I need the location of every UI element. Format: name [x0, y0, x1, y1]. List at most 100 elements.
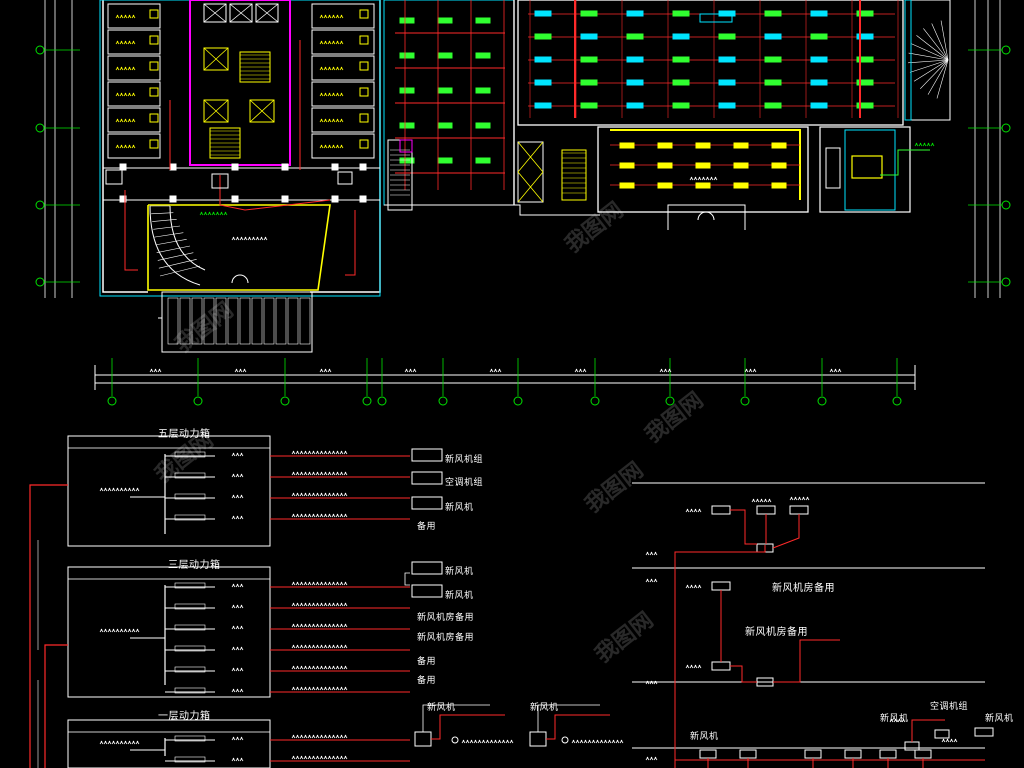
fixture-icon	[359, 35, 369, 45]
elevator-icon	[517, 141, 544, 203]
stair-step	[931, 23, 949, 61]
fixture-icon	[149, 35, 159, 45]
dimension-text	[574, 368, 587, 373]
door-swing-icon	[231, 274, 249, 284]
fixture-icon	[764, 10, 782, 17]
grid-axis-bubble-icon	[740, 396, 750, 406]
riser-text-1: 新风机房备用	[772, 583, 835, 594]
fixture-icon	[733, 142, 749, 149]
fixture-icon	[764, 79, 782, 86]
equipment-tag	[804, 749, 822, 759]
incoming-spec	[99, 628, 140, 633]
dimension-text	[829, 368, 842, 373]
riser-text-2: 新风机房备用	[745, 627, 808, 638]
equipment-tag	[711, 581, 731, 591]
equipment-tag	[756, 505, 776, 515]
column-icon	[231, 195, 239, 203]
fixture-icon	[810, 33, 828, 40]
grid-axis-bubble-icon	[1001, 45, 1011, 55]
room-label	[115, 66, 136, 71]
grid-axis-bubble-icon	[35, 200, 45, 210]
stair-icon	[561, 149, 587, 201]
dimension-text	[489, 368, 502, 373]
panel-3f-label-5: 备用	[417, 657, 437, 667]
room-label	[319, 14, 344, 19]
column-icon	[281, 195, 289, 203]
equipment-text	[941, 738, 958, 743]
wall-line	[384, 204, 600, 216]
grid-axis-bubble-icon	[35, 277, 45, 287]
column-icon	[169, 163, 177, 171]
stair-step	[908, 59, 949, 64]
panel-1f-title: 一层动力箱	[158, 711, 211, 722]
breaker-rating	[231, 494, 244, 499]
fixture-icon	[733, 182, 749, 189]
lobby-outline	[147, 204, 331, 291]
riser-diagram	[632, 482, 994, 768]
dimension-text	[319, 368, 332, 373]
grid-axis-bubble-icon	[35, 45, 45, 55]
panel-3f-title: 三层动力箱	[168, 560, 221, 571]
equipment-tag	[974, 727, 994, 737]
cable-run	[730, 665, 757, 683]
dimension-text	[404, 368, 417, 373]
door-swing-icon	[697, 211, 715, 221]
column-icon	[119, 163, 127, 171]
stair-step	[908, 52, 949, 61]
column-icon	[359, 195, 367, 203]
equipment-tag	[699, 749, 717, 759]
fixture-icon	[626, 56, 644, 63]
grid-axis-bubble-icon	[280, 396, 290, 406]
fixture-icon	[534, 102, 552, 109]
floor-label	[645, 578, 658, 583]
breaker-rating	[231, 452, 244, 457]
fixture-icon	[359, 87, 369, 97]
room-label	[115, 40, 136, 45]
fixture-icon	[580, 10, 598, 17]
fixture-icon	[771, 142, 787, 149]
fixture-icon	[149, 9, 159, 19]
riser-bottom-label-3: 新风机	[880, 714, 909, 724]
toilet-block	[825, 147, 841, 189]
fixture-icon	[619, 182, 635, 189]
room-label	[319, 118, 344, 123]
dimension-text	[149, 368, 162, 373]
panel-3f-label-4: 新风机房备用	[417, 633, 475, 643]
canopy-panel	[263, 297, 275, 345]
fixture-icon	[626, 79, 644, 86]
room-label	[689, 176, 718, 181]
fixture-icon	[626, 102, 644, 109]
stair-step	[154, 232, 184, 238]
fixture-icon	[359, 113, 369, 123]
cable-spec	[291, 665, 348, 670]
fixture-icon	[475, 87, 491, 94]
grid-axis-bubble-icon	[35, 123, 45, 133]
fixture-icon	[672, 33, 690, 40]
cad-drawing-canvas	[29, 0, 1011, 768]
circuit-tag	[199, 211, 228, 216]
fixture-icon	[626, 10, 644, 17]
equipment-tag	[411, 561, 443, 575]
grid-axis-bubble-icon	[817, 396, 827, 406]
equipment-tag	[934, 729, 950, 739]
floor-label	[645, 756, 658, 761]
sensor-icon	[451, 736, 459, 744]
fixture-icon	[399, 87, 415, 94]
cable-spec	[291, 450, 348, 455]
fixture-icon	[437, 52, 453, 59]
panel-1f-inner	[67, 731, 271, 768]
breaker-rating	[231, 667, 244, 672]
cable-run	[911, 719, 945, 742]
column-icon	[331, 163, 339, 171]
grid-axis-bubble-icon	[590, 396, 600, 406]
breaker-rating	[231, 515, 244, 520]
panel-5f-label-4: 备用	[417, 522, 437, 532]
lower-hall-outline	[597, 126, 809, 213]
panel-1f-label-1: 新风机	[427, 703, 456, 713]
grid-axis-bubble-icon	[362, 396, 372, 406]
panel-5f-label-2: 空调机组	[445, 478, 484, 488]
grid-axis-bubble-icon	[1001, 123, 1011, 133]
fixture-icon	[580, 102, 598, 109]
breaker-rating	[231, 688, 244, 693]
room-label	[319, 92, 344, 97]
